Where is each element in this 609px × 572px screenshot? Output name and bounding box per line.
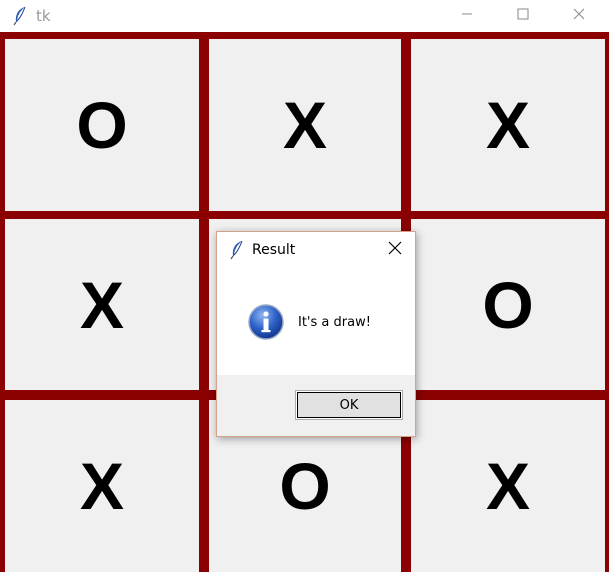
maximize-button[interactable]	[500, 0, 546, 32]
close-icon	[573, 7, 585, 25]
maximize-icon	[517, 7, 529, 25]
dialog-title: Result	[252, 242, 296, 258]
board-cell-1[interactable]: O	[5, 39, 199, 211]
close-icon	[388, 241, 402, 260]
result-dialog: Result It's a draw! OK	[216, 231, 416, 437]
ok-button[interactable]: OK	[295, 390, 403, 420]
board-cell-3[interactable]: X	[411, 39, 605, 211]
dialog-footer: OK	[217, 375, 415, 436]
minimize-icon	[461, 7, 473, 25]
board-cell-7[interactable]: X	[5, 400, 199, 572]
board-cell-6[interactable]: O	[411, 219, 605, 390]
dialog-close-button[interactable]	[385, 240, 405, 260]
window-titlebar: tk	[0, 0, 609, 32]
board-cell-2[interactable]: X	[209, 39, 401, 211]
window-title: tk	[36, 7, 51, 25]
feather-icon	[12, 6, 28, 26]
info-icon	[247, 303, 285, 341]
dialog-message: It's a draw!	[298, 315, 371, 330]
close-button[interactable]	[556, 0, 602, 32]
minimize-button[interactable]	[444, 0, 490, 32]
feather-icon	[230, 240, 244, 260]
board-cell-4[interactable]: X	[5, 219, 199, 390]
dialog-titlebar: Result	[217, 232, 415, 268]
board-cell-9[interactable]: X	[411, 400, 605, 572]
